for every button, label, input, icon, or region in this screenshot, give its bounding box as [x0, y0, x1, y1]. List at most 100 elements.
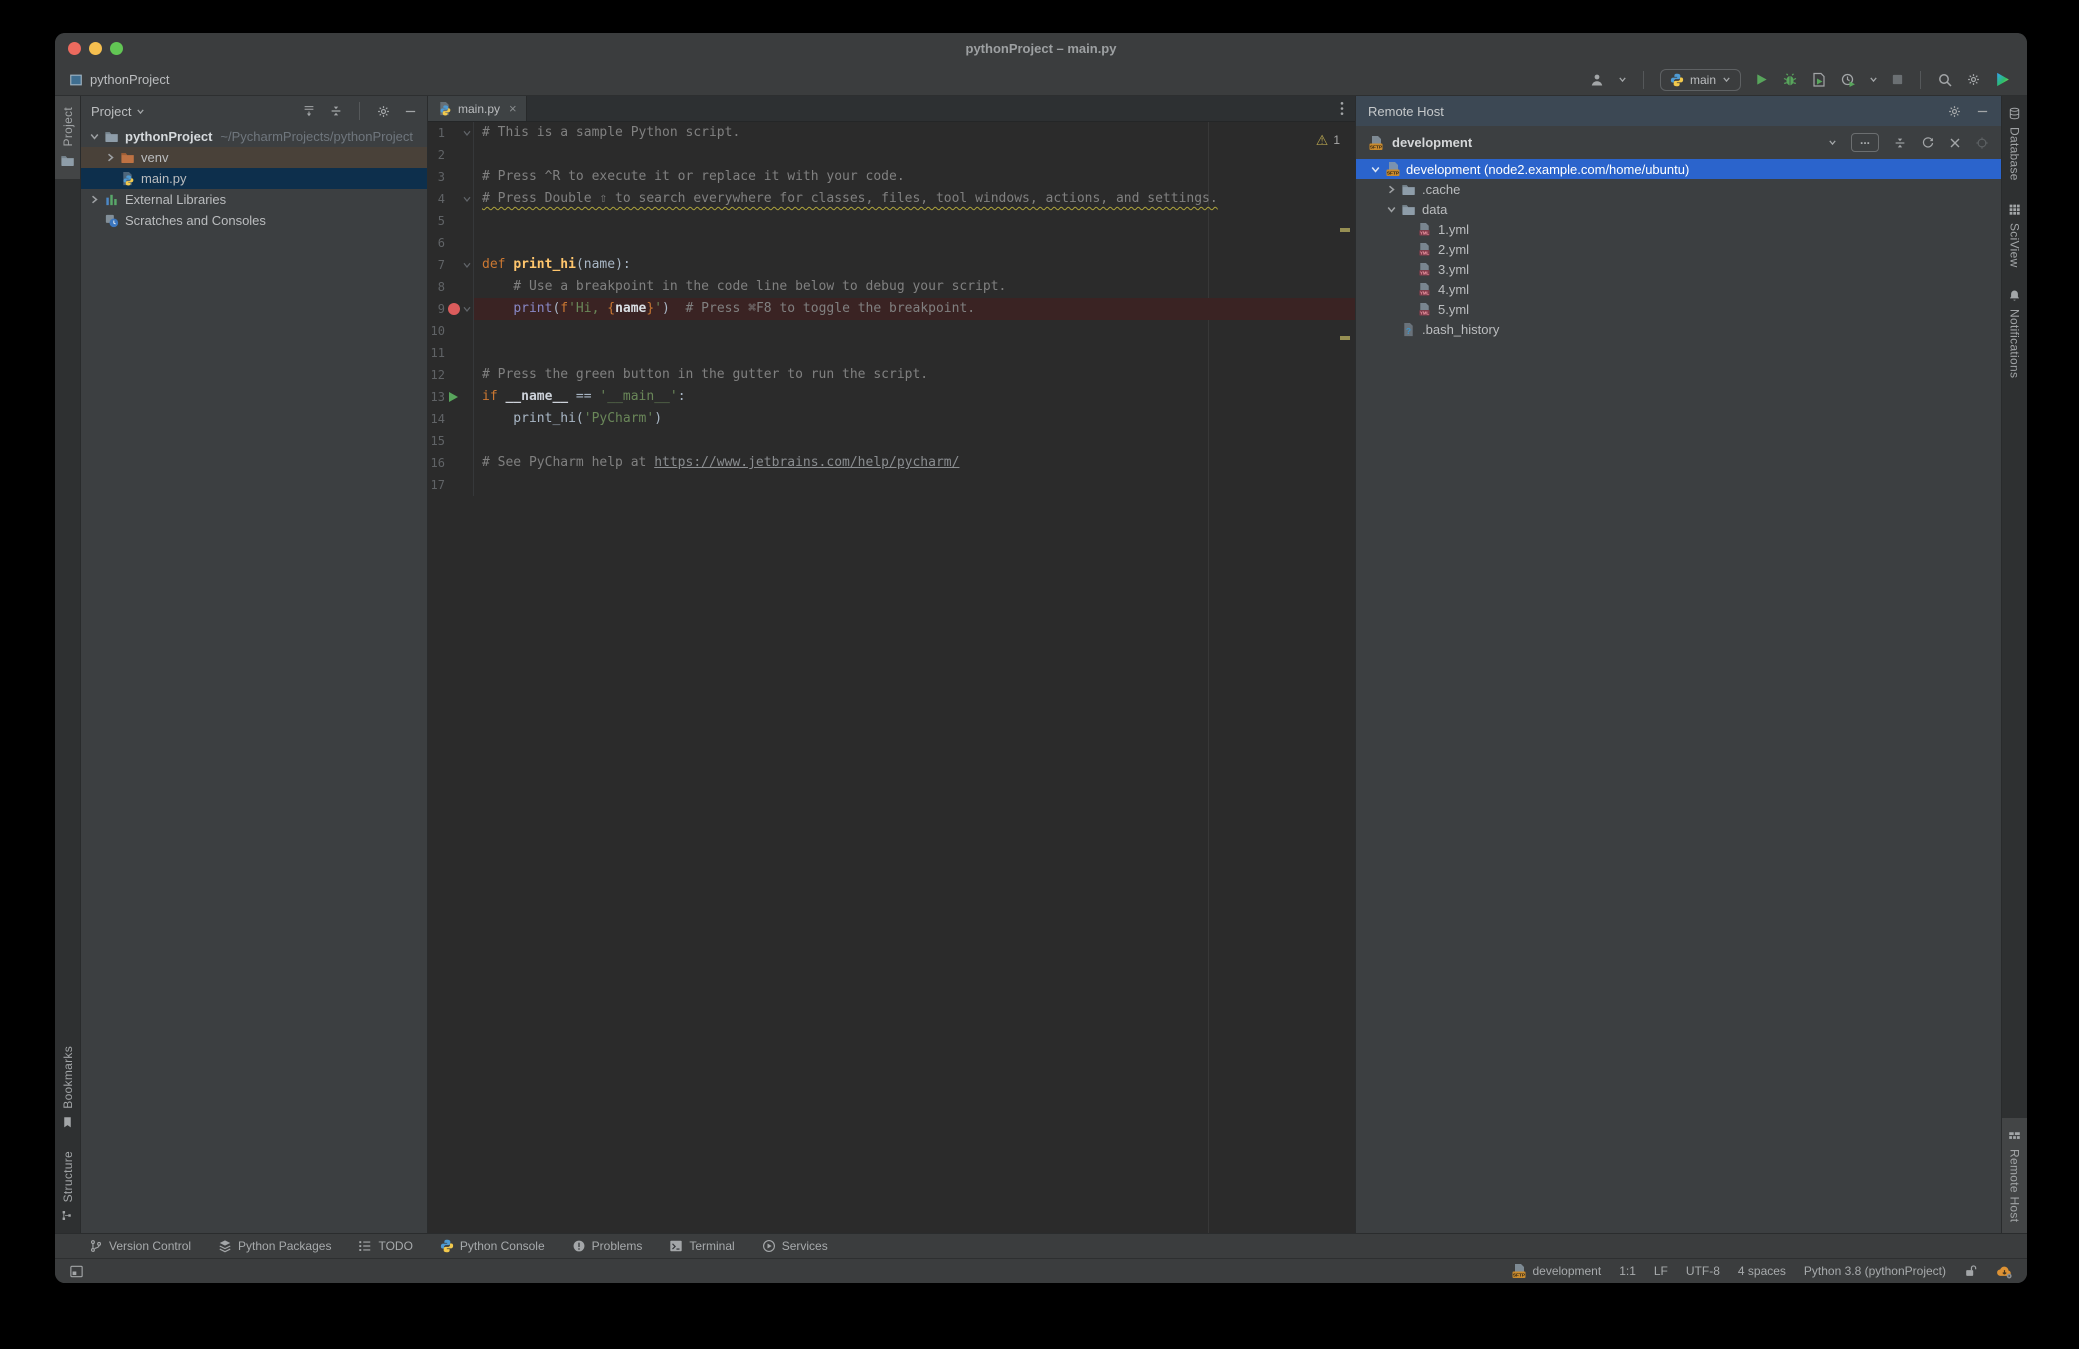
editor-gutter[interactable]: 3: [428, 166, 474, 188]
remote-tree-row-development-node2.example.com-home-ubuntu-[interactable]: SFTP development (node2.example.com/home/…: [1356, 159, 2001, 179]
tool-window-button-terminal[interactable]: Terminal: [669, 1239, 735, 1253]
status-item-cloud-status[interactable]: [1996, 1264, 2013, 1279]
layout-icon[interactable]: [69, 1264, 84, 1279]
hide-panel-icon[interactable]: [404, 105, 417, 118]
project-tree-row-pythonproject[interactable]: pythonProject ~/PycharmProjects/pythonPro…: [81, 126, 427, 147]
browse-more-button[interactable]: ...: [1850, 133, 1879, 152]
tool-window-button-problems[interactable]: Problems: [572, 1239, 642, 1253]
code-line-1[interactable]: 1 # This is a sample Python script.: [428, 122, 1355, 144]
tabbar-kebab-icon[interactable]: [1329, 96, 1355, 121]
editor-gutter[interactable]: 6: [428, 232, 474, 254]
tool-window-button-todo[interactable]: TODO: [358, 1239, 413, 1253]
editor-gutter[interactable]: 12: [428, 364, 474, 386]
editor-gutter[interactable]: 14: [428, 408, 474, 430]
gradient-play-icon[interactable]: [1994, 71, 2011, 88]
code-line-2[interactable]: 2: [428, 144, 1355, 166]
editor-gutter[interactable]: 8: [428, 276, 474, 298]
status-item-4-spaces[interactable]: 4 spaces: [1738, 1264, 1786, 1278]
error-stripe-mark[interactable]: [1340, 336, 1350, 340]
stripe-button-database[interactable]: Database: [2002, 96, 2027, 192]
remote-tree-row-.cache[interactable]: .cache: [1356, 179, 2001, 199]
zoom-button[interactable]: [110, 42, 123, 55]
status-item-lf[interactable]: LF: [1654, 1264, 1668, 1278]
stripe-button-sciview[interactable]: SciView: [2002, 192, 2027, 279]
status-item-lock-status[interactable]: [1964, 1264, 1978, 1278]
server-dropdown-icon[interactable]: [1828, 138, 1837, 147]
code-line-17[interactable]: 17: [428, 474, 1355, 496]
status-item-utf-8[interactable]: UTF-8: [1686, 1264, 1720, 1278]
fold-marker-icon[interactable]: [463, 261, 471, 269]
fold-marker-icon[interactable]: [463, 305, 471, 313]
remote-hide-panel-icon[interactable]: [1976, 105, 1989, 118]
code-line-16[interactable]: 16 # See PyCharm help at https://www.jetb…: [428, 452, 1355, 474]
code-line-9[interactable]: 9 print(f'Hi, {name}') # Press ⌘F8 to to…: [428, 298, 1355, 320]
run-line-icon[interactable]: [449, 392, 458, 402]
chevron-right-icon[interactable]: [89, 194, 100, 205]
stripe-button-notifications[interactable]: Notifications: [2002, 278, 2027, 389]
chevron-right-icon[interactable]: [105, 152, 116, 163]
code-line-7[interactable]: 7 def print_hi(name):: [428, 254, 1355, 276]
editor-gutter[interactable]: 17: [428, 474, 474, 496]
editor-gutter[interactable]: 1: [428, 122, 474, 144]
remote-server-name[interactable]: development: [1392, 135, 1472, 150]
chevron-right-icon[interactable]: [1386, 184, 1397, 195]
refresh-icon[interactable]: [1921, 136, 1935, 150]
fold-marker-icon[interactable]: [463, 195, 471, 203]
code-line-10[interactable]: 10: [428, 320, 1355, 342]
editor-gutter[interactable]: 16: [428, 452, 474, 474]
code-with-me-users-icon[interactable]: [1589, 72, 1605, 88]
code-line-8[interactable]: 8 # Use a breakpoint in the code line be…: [428, 276, 1355, 298]
editor-gutter[interactable]: 13: [428, 386, 474, 408]
project-panel-title[interactable]: Project: [91, 104, 131, 119]
breakpoint-icon[interactable]: [447, 303, 460, 315]
editor-gutter[interactable]: 5: [428, 210, 474, 232]
code-line-5[interactable]: 5: [428, 210, 1355, 232]
project-tree-row-external-libraries[interactable]: External Libraries: [81, 189, 427, 210]
project-tree-row-venv[interactable]: venv: [81, 147, 427, 168]
settings-gear-icon[interactable]: [1966, 72, 1981, 87]
stripe-button-structure[interactable]: Structure: [55, 1140, 80, 1233]
profiler-button[interactable]: [1840, 72, 1856, 88]
tool-window-button-services[interactable]: Services: [762, 1239, 828, 1253]
code-line-13[interactable]: 13 if __name__ == '__main__':: [428, 386, 1355, 408]
editor-gutter[interactable]: 4: [428, 188, 474, 210]
tool-window-button-version-control[interactable]: Version Control: [89, 1239, 191, 1253]
status-item-development[interactable]: SFTP development: [1511, 1263, 1601, 1279]
tab-close-icon[interactable]: ×: [509, 102, 517, 115]
users-dropdown-icon[interactable]: [1618, 75, 1627, 84]
remote-tree-row-.bash-history[interactable]: ? .bash_history: [1356, 319, 2001, 339]
code-line-4[interactable]: 4 # Press Double ⇧ to search everywhere f…: [428, 188, 1355, 210]
editor-gutter[interactable]: 15: [428, 430, 474, 452]
expand-all-icon[interactable]: [302, 104, 316, 118]
close-button[interactable]: [68, 42, 81, 55]
code-line-3[interactable]: 3 # Press ^R to execute it or replace it …: [428, 166, 1355, 188]
run-button[interactable]: [1754, 72, 1769, 87]
editor-gutter[interactable]: 10: [428, 320, 474, 342]
chevron-down-icon[interactable]: [89, 131, 100, 142]
stripe-button-bookmarks[interactable]: Bookmarks: [55, 1035, 80, 1140]
code-line-15[interactable]: 15: [428, 430, 1355, 452]
project-tree-row-main.py[interactable]: main.py: [81, 168, 427, 189]
stripe-button-project[interactable]: Project: [55, 96, 80, 180]
project-tree-row-scratches-and-consoles[interactable]: Scratches and Consoles: [81, 210, 427, 231]
debug-button[interactable]: [1782, 72, 1798, 88]
editor-gutter[interactable]: 7: [428, 254, 474, 276]
code-line-12[interactable]: 12 # Press the green button in the gutter…: [428, 364, 1355, 386]
remote-tree-row-5.yml[interactable]: YML 5.yml: [1356, 299, 2001, 319]
code-line-6[interactable]: 6: [428, 232, 1355, 254]
chevron-down-icon[interactable]: [1370, 164, 1381, 175]
inspection-widget[interactable]: ⚠ 1: [1316, 129, 1340, 151]
disconnect-icon[interactable]: [1949, 137, 1961, 149]
editor-tab-main-py[interactable]: main.py ×: [428, 96, 527, 121]
chevron-down-icon[interactable]: [1386, 204, 1397, 215]
fold-marker-icon[interactable]: [463, 129, 471, 137]
stripe-button-remote-host[interactable]: Remote Host: [2002, 1117, 2027, 1233]
remote-settings-gear-icon[interactable]: [1947, 104, 1962, 119]
project-settings-gear-icon[interactable]: [376, 104, 391, 119]
editor-gutter[interactable]: 2: [428, 144, 474, 166]
editor-gutter[interactable]: 9: [428, 298, 474, 320]
project-breadcrumb[interactable]: pythonProject: [90, 72, 170, 87]
collapse-all-icon[interactable]: [329, 104, 343, 118]
status-item-python-3.8-pythonproject-[interactable]: Python 3.8 (pythonProject): [1804, 1264, 1946, 1278]
tool-window-button-python-packages[interactable]: Python Packages: [218, 1239, 331, 1253]
